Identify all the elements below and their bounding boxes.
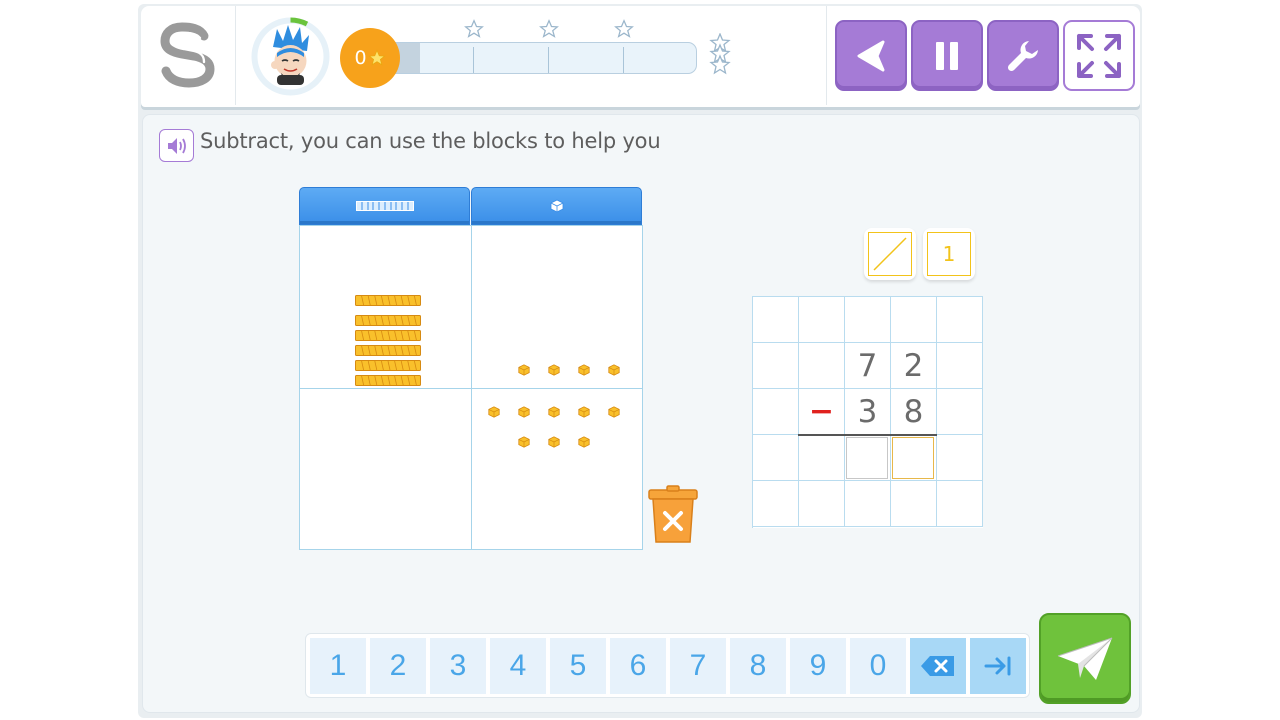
answer-ones-input[interactable] — [892, 437, 934, 479]
key-5[interactable]: 5 — [550, 638, 606, 694]
tens-rod-icon — [355, 201, 414, 211]
progress-bar — [392, 42, 697, 74]
tens-column-header[interactable] — [299, 187, 470, 225]
unit-cube-block[interactable] — [548, 403, 560, 418]
key-3[interactable]: 3 — [430, 638, 486, 694]
grid-cell — [937, 389, 983, 435]
unit-cube-block[interactable] — [548, 433, 560, 448]
progress-star-icon — [614, 19, 634, 38]
unit-cube-block[interactable] — [578, 361, 590, 376]
unit-cube-block[interactable] — [518, 403, 530, 418]
header-divider — [235, 6, 236, 105]
unit-cube-block[interactable] — [518, 433, 530, 448]
grid-cell — [753, 481, 799, 527]
settings-button[interactable] — [987, 20, 1059, 91]
grid-cell — [937, 343, 983, 389]
progress-divider — [548, 47, 549, 73]
trash-icon — [648, 485, 698, 543]
slash-icon — [873, 237, 907, 271]
grid-cell — [937, 435, 983, 481]
subtraction-grid: 7 2 − 3 8 — [752, 296, 983, 528]
place-value-board[interactable] — [299, 225, 643, 550]
progress-star-icon — [539, 19, 559, 38]
grid-cell — [937, 297, 983, 343]
bottom-ones-digit: 8 — [891, 389, 937, 435]
ones-column-header[interactable] — [471, 187, 642, 225]
grid-cell — [891, 297, 937, 343]
paper-plane-icon — [1057, 637, 1113, 680]
score-value: 0 — [354, 47, 367, 69]
tens-rod-block[interactable] — [355, 311, 421, 326]
unit-cube-block[interactable] — [488, 403, 500, 418]
unit-cube-block[interactable] — [608, 361, 620, 376]
unit-cube-icon — [550, 199, 563, 213]
tens-rod-block[interactable] — [355, 326, 421, 341]
key-8[interactable]: 8 — [730, 638, 786, 694]
header-divider — [826, 6, 827, 105]
progress-divider — [623, 47, 624, 73]
unit-cube-block[interactable] — [548, 361, 560, 376]
score-badge: 0 — [340, 28, 400, 88]
pause-icon — [936, 41, 958, 70]
stacked-stars-icon — [709, 33, 731, 75]
carry-one-label: 1 — [927, 232, 971, 276]
grid-cell — [845, 297, 891, 343]
board-row-divider — [300, 388, 642, 389]
tab-icon — [984, 656, 1011, 676]
tens-rod-block[interactable] — [355, 291, 421, 306]
grid-cell — [799, 481, 845, 527]
trash-button[interactable] — [647, 485, 699, 545]
progress-divider — [473, 47, 474, 73]
tens-rod-block[interactable] — [355, 356, 421, 371]
avatar[interactable] — [251, 17, 330, 96]
carry-one-tool-button[interactable]: 1 — [923, 228, 975, 280]
tens-rod-block[interactable] — [355, 341, 421, 356]
grid-cell — [799, 343, 845, 389]
key-4[interactable]: 4 — [490, 638, 546, 694]
key-0[interactable]: 0 — [850, 638, 906, 694]
unit-cube-block[interactable] — [578, 403, 590, 418]
grid-cell — [753, 343, 799, 389]
minus-sign: − — [799, 389, 845, 435]
slash-tool-button[interactable] — [864, 228, 916, 280]
speaker-icon — [167, 137, 186, 154]
answer-tens-input[interactable] — [846, 437, 888, 479]
grid-cell — [891, 481, 937, 527]
grid-cell — [753, 435, 799, 481]
question-text: Subtract, you can use the blocks to help… — [200, 129, 661, 153]
back-button[interactable] — [835, 20, 907, 91]
grid-cell — [753, 297, 799, 343]
fullscreen-icon — [1077, 33, 1121, 78]
backspace-key[interactable] — [910, 638, 966, 694]
key-6[interactable]: 6 — [610, 638, 666, 694]
submit-button[interactable] — [1039, 613, 1131, 704]
grid-cell — [753, 389, 799, 435]
grid-cell — [845, 481, 891, 527]
key-1[interactable]: 1 — [310, 638, 366, 694]
key-7[interactable]: 7 — [670, 638, 726, 694]
unit-cube-block[interactable] — [578, 433, 590, 448]
grid-cell — [937, 481, 983, 527]
pause-button[interactable] — [911, 20, 983, 91]
back-icon — [857, 40, 885, 71]
tens-rod-block[interactable] — [355, 371, 421, 386]
key-9[interactable]: 9 — [790, 638, 846, 694]
star-icon — [368, 49, 386, 66]
backspace-icon — [921, 656, 954, 676]
top-tens-digit: 7 — [845, 343, 891, 389]
read-aloud-button[interactable] — [159, 129, 194, 162]
progress-star-icon — [464, 19, 484, 38]
tab-key[interactable] — [970, 638, 1026, 694]
grid-cell — [799, 297, 845, 343]
bottom-tens-digit: 3 — [845, 389, 891, 435]
wrench-icon — [1007, 40, 1038, 71]
fullscreen-button[interactable] — [1063, 20, 1135, 91]
key-2[interactable]: 2 — [370, 638, 426, 694]
grid-cell — [799, 435, 845, 481]
sum-line — [798, 434, 937, 436]
unit-cube-block[interactable] — [518, 361, 530, 376]
top-ones-digit: 2 — [891, 343, 937, 389]
app-logo-icon — [160, 22, 215, 88]
unit-cube-block[interactable] — [608, 403, 620, 418]
